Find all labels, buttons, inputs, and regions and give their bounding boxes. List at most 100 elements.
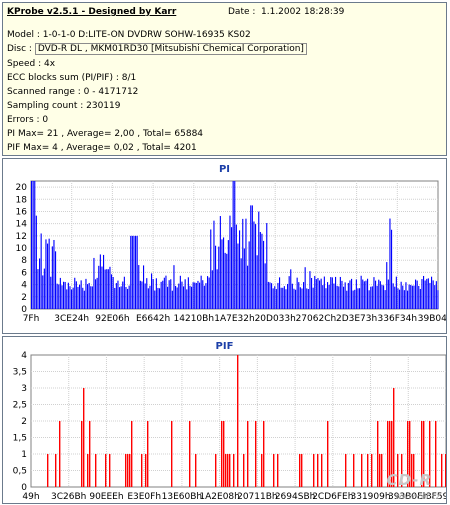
- data-bar: [317, 454, 319, 487]
- data-bar: [131, 235, 133, 309]
- x-tick-label: 20711Bh: [237, 492, 278, 502]
- data-bar: [375, 280, 377, 309]
- data-bar: [149, 285, 151, 309]
- data-bar: [227, 454, 229, 487]
- data-bar: [141, 281, 143, 309]
- data-bar: [376, 285, 378, 309]
- data-bar: [104, 269, 106, 309]
- data-bar: [299, 454, 301, 487]
- y-tick-label: 10: [16, 244, 28, 254]
- x-tick-label: 14210Bh: [174, 314, 215, 324]
- data-bar: [314, 275, 316, 309]
- data-bar: [223, 421, 225, 487]
- data-bar: [288, 276, 290, 309]
- data-bar: [271, 283, 273, 309]
- data-bar: [403, 290, 405, 309]
- data-bar: [378, 279, 380, 309]
- x-tick-label: 1A2E08h: [199, 492, 239, 502]
- data-bar: [123, 276, 125, 309]
- data-bar: [202, 280, 204, 309]
- data-bar: [336, 285, 338, 309]
- data-bar: [341, 280, 343, 309]
- data-bar: [427, 278, 429, 309]
- data-bar: [287, 283, 289, 309]
- data-bar: [39, 258, 41, 309]
- data-bar: [139, 280, 141, 309]
- data-bar: [55, 454, 57, 487]
- data-bar: [349, 280, 351, 309]
- data-bar: [306, 288, 308, 309]
- data-bar: [253, 221, 255, 309]
- data-bar: [95, 454, 97, 487]
- data-bar: [233, 454, 235, 487]
- data-bar: [232, 181, 234, 309]
- data-bar: [280, 287, 282, 309]
- data-bar: [63, 281, 65, 309]
- data-bar: [147, 288, 149, 309]
- data-bar: [381, 284, 383, 309]
- data-bar: [56, 283, 58, 309]
- data-bar: [81, 421, 83, 487]
- data-bar: [43, 268, 45, 309]
- pif-stats-line: PIF Max= 4 , Average= 0,02 , Total= 4201: [7, 143, 197, 153]
- data-bar: [325, 288, 327, 309]
- data-bar: [283, 286, 285, 309]
- data-bar: [361, 454, 363, 487]
- y-tick-label: 3,5: [13, 368, 27, 378]
- y-tick-label: 0,5: [13, 467, 27, 477]
- app-title: KProbe v2.5.1 - Designed by Karr: [7, 7, 177, 17]
- data-bar: [221, 421, 223, 487]
- x-tick-label: E3E0Fh: [127, 492, 161, 502]
- data-bar: [37, 269, 39, 309]
- data-bar: [229, 454, 231, 487]
- data-bar: [301, 454, 303, 487]
- y-tick-label: 14: [16, 220, 28, 230]
- data-bar: [435, 281, 437, 309]
- y-tick-label: 2: [21, 417, 27, 427]
- data-bar: [379, 281, 381, 309]
- data-bar: [303, 282, 305, 309]
- data-bar: [331, 277, 333, 309]
- data-bar: [74, 277, 76, 309]
- data-bar: [275, 289, 277, 309]
- data-bar: [343, 286, 345, 309]
- data-bar: [80, 280, 82, 309]
- data-bar: [64, 281, 66, 309]
- data-bar: [208, 277, 210, 309]
- data-bar: [216, 269, 218, 309]
- data-bar: [424, 280, 426, 309]
- data-bar: [313, 454, 315, 487]
- data-bar: [181, 281, 183, 309]
- data-bar: [186, 289, 188, 309]
- data-bar: [386, 262, 388, 309]
- data-bar: [122, 281, 124, 309]
- data-bar: [163, 277, 165, 309]
- data-bar: [413, 285, 415, 309]
- data-bar: [77, 286, 79, 309]
- data-bar: [418, 285, 420, 309]
- data-bar: [421, 279, 423, 309]
- data-bar: [145, 454, 147, 487]
- x-tick-label: 2D3E73h: [336, 314, 377, 324]
- data-bar: [72, 287, 74, 309]
- data-bar: [368, 290, 370, 309]
- scanned-line: Scanned range : 0 - 4171712: [7, 87, 139, 97]
- data-bar: [240, 258, 242, 309]
- data-bar: [256, 255, 258, 309]
- data-bar: [147, 421, 149, 487]
- data-bar: [445, 454, 446, 487]
- data-bar: [205, 283, 207, 309]
- data-bar: [267, 281, 269, 309]
- data-bar: [111, 274, 113, 309]
- data-bar: [106, 269, 108, 309]
- data-bar: [347, 282, 349, 309]
- data-bar: [115, 283, 117, 309]
- data-bar: [359, 288, 361, 309]
- data-bar: [31, 181, 33, 309]
- data-bar: [243, 454, 245, 487]
- data-bar: [90, 286, 92, 309]
- data-bar: [120, 286, 122, 309]
- data-bar: [223, 237, 225, 309]
- data-bar: [394, 286, 396, 309]
- data-bar: [160, 281, 162, 309]
